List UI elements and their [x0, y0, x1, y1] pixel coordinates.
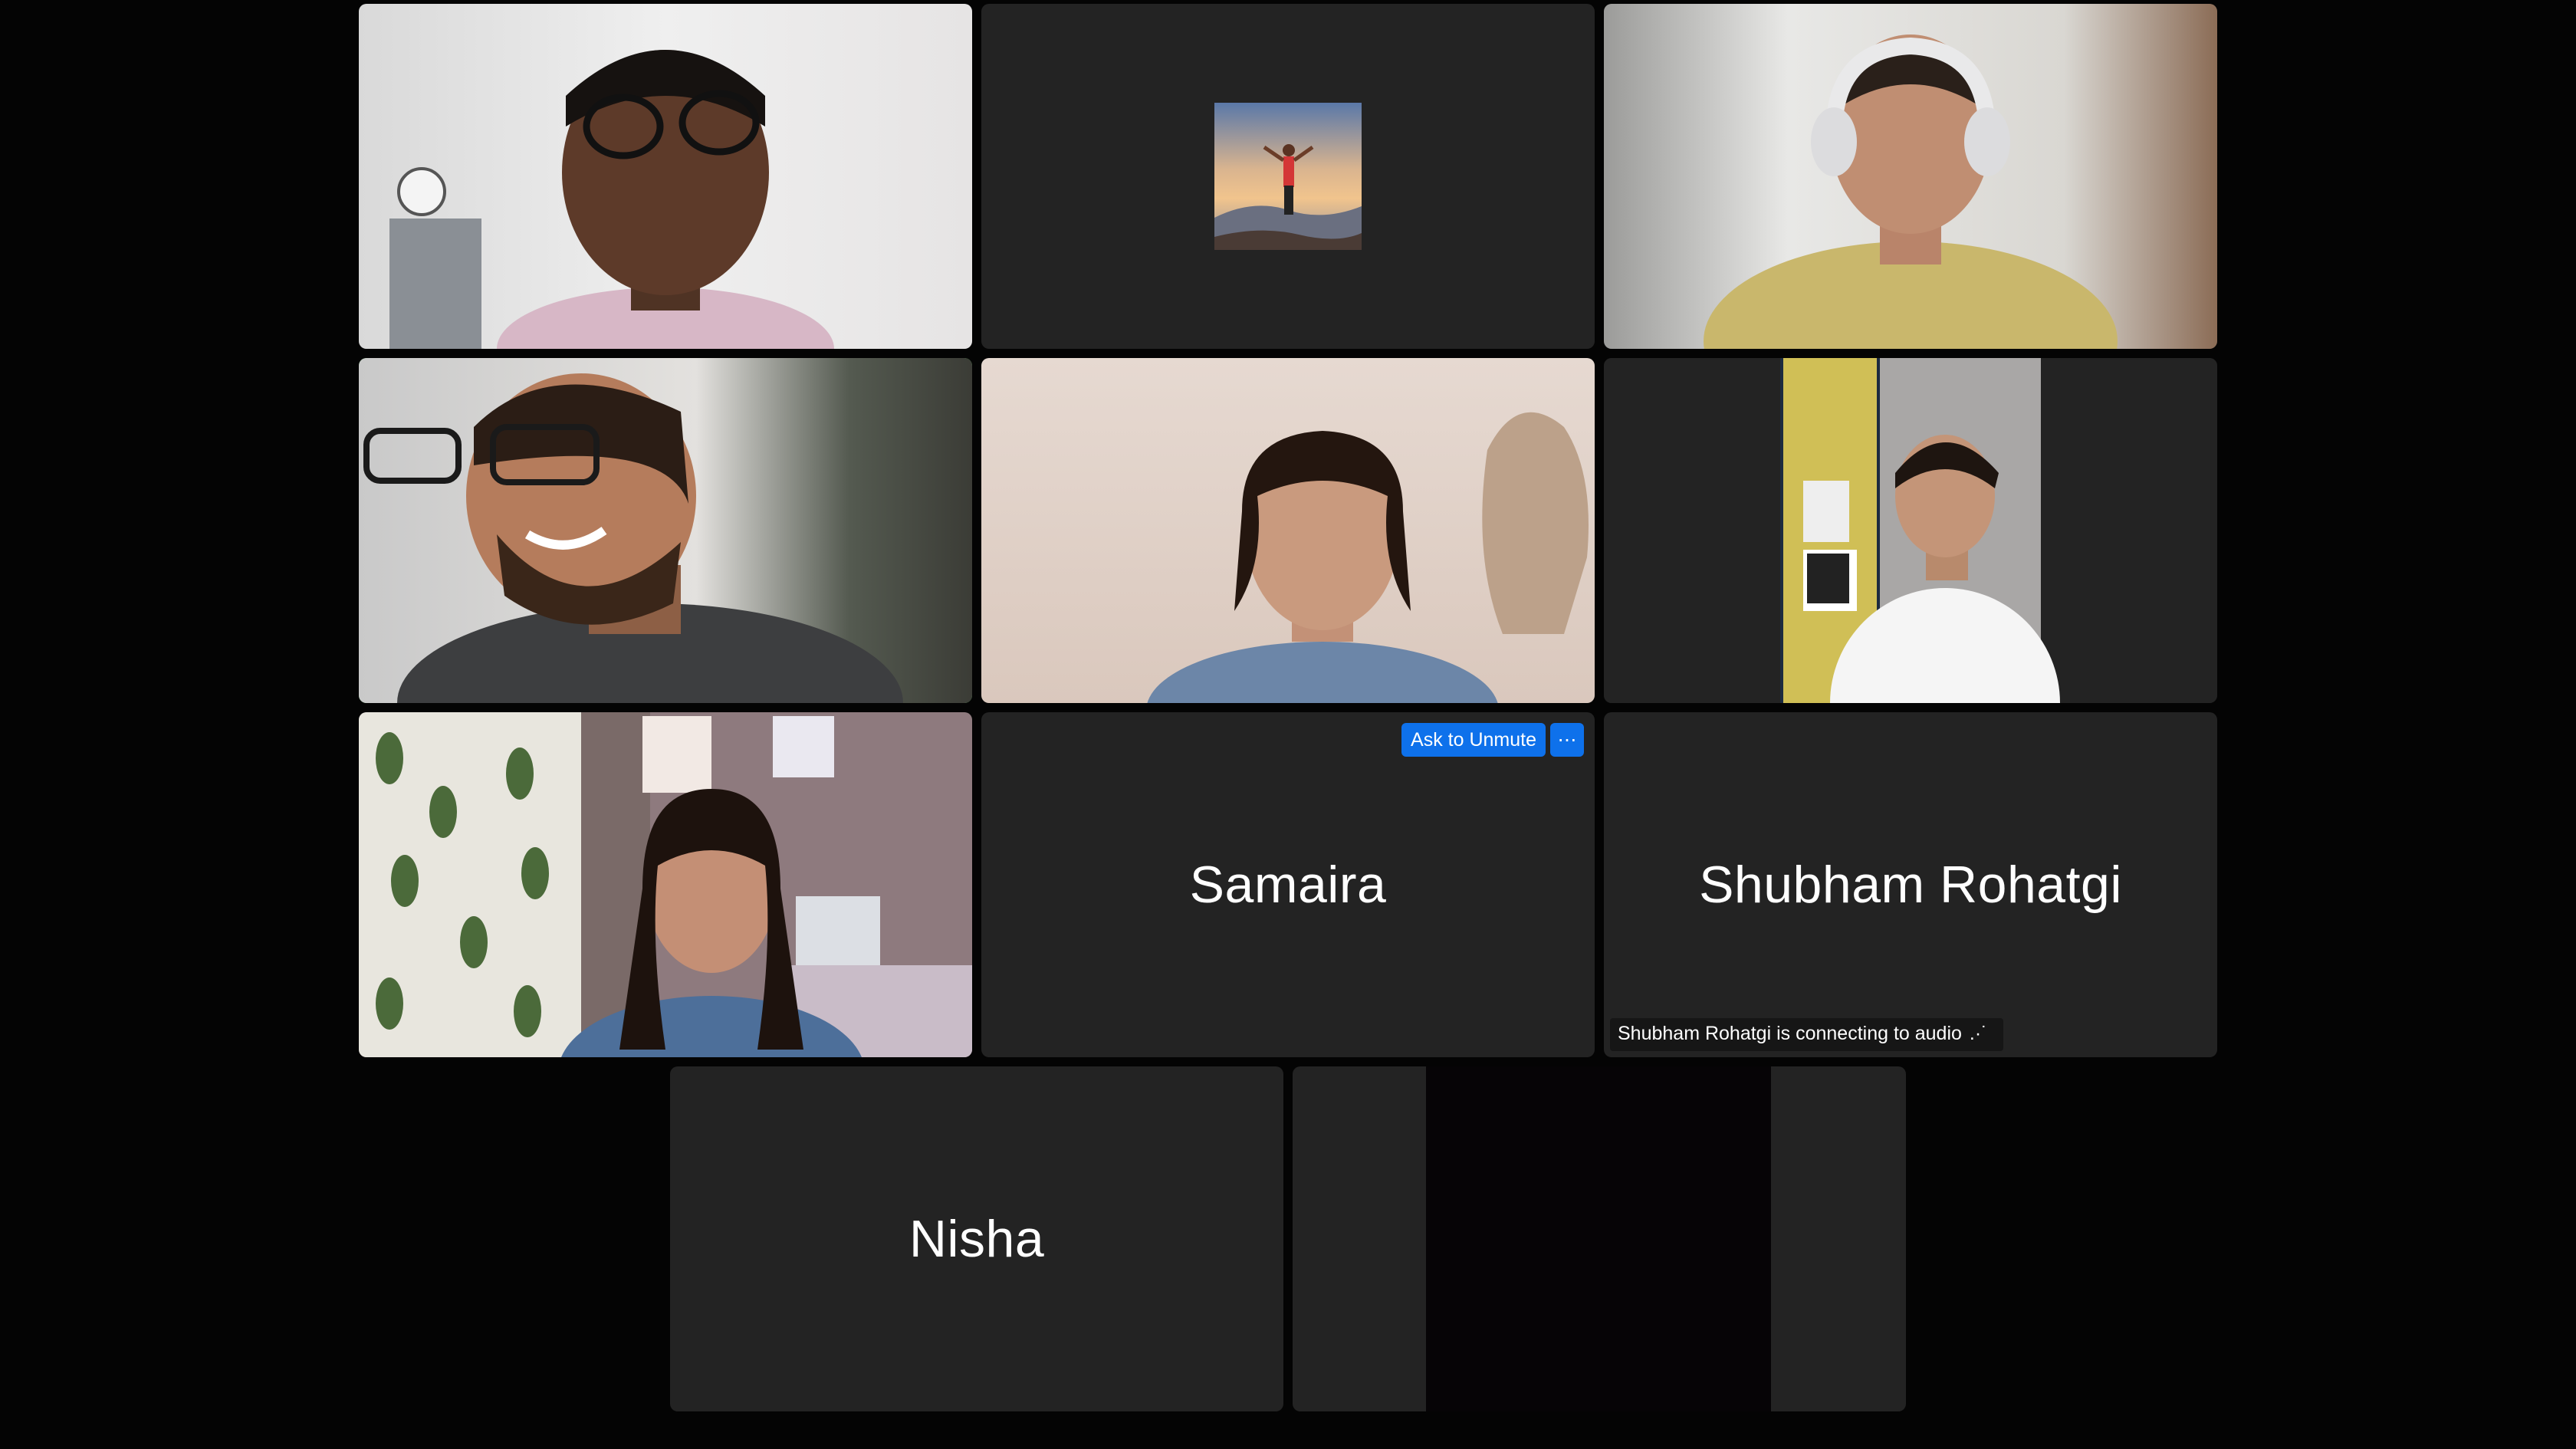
participant-name: Samaira [1189, 856, 1387, 914]
participant-tile[interactable] [359, 4, 972, 349]
participant-tile[interactable] [981, 4, 1595, 349]
gallery-view: Ask to Unmute ⋯ Samaira Shubham Rohatgi … [0, 0, 2576, 1449]
participant-tile[interactable] [359, 712, 972, 1057]
participant-tile[interactable] [981, 358, 1595, 703]
ask-to-unmute-button[interactable]: Ask to Unmute [1401, 723, 1546, 757]
participant-video [981, 358, 1595, 703]
participant-tile-active-speaker[interactable] [359, 358, 972, 703]
more-icon: ⋯ [1557, 729, 1577, 751]
participant-tile[interactable] [1604, 358, 2217, 703]
participant-video [1426, 1066, 1771, 1411]
participant-tile[interactable]: Nisha [670, 1066, 1283, 1411]
participant-video [359, 4, 972, 349]
participant-tile[interactable]: Shubham Rohatgi Shubham Rohatgi is conne… [1604, 712, 2217, 1057]
participant-video [1604, 4, 2217, 349]
participant-video [1604, 358, 2217, 703]
participant-tile[interactable] [1604, 4, 2217, 349]
participant-name: Shubham Rohatgi [1699, 856, 2122, 914]
participant-name: Nisha [909, 1210, 1045, 1268]
unmute-controls: Ask to Unmute ⋯ [1401, 723, 1584, 757]
profile-picture [1214, 103, 1362, 250]
participant-video [359, 358, 972, 703]
participant-tile[interactable] [1293, 1066, 1906, 1411]
participant-video [359, 712, 972, 1057]
audio-connecting-status: Shubham Rohatgi is connecting to audio .·… [1610, 1018, 2003, 1051]
participant-tile[interactable]: Ask to Unmute ⋯ Samaira [981, 712, 1595, 1057]
more-options-button[interactable]: ⋯ [1550, 723, 1584, 757]
status-text: Shubham Rohatgi is connecting to audio [1618, 1023, 1962, 1044]
loading-dots-icon: .·˙ [1969, 1023, 1988, 1044]
